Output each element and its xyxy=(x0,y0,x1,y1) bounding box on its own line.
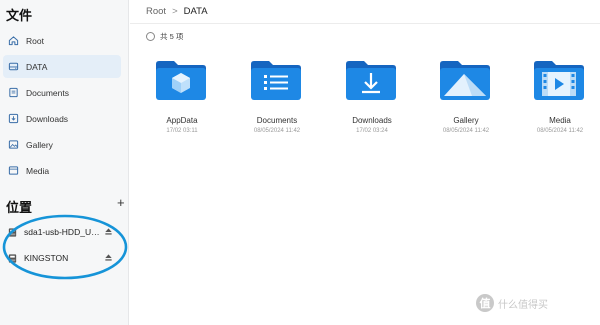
sidebar-item-root[interactable]: Root xyxy=(3,29,121,52)
folder-name: Documents xyxy=(256,116,298,125)
sidebar-item-media[interactable]: Media xyxy=(3,159,121,182)
folder-appdata[interactable]: AppData 17/02 03:11 xyxy=(146,58,218,138)
document-icon xyxy=(7,87,19,99)
folder-name: AppData xyxy=(166,116,198,125)
drive-label: sda1-usb-HDD_USB... xyxy=(24,227,104,237)
sidebar-item-data[interactable]: DATA xyxy=(3,55,121,78)
sidebar-item-documents[interactable]: Documents xyxy=(3,81,121,104)
sidebar-item-label: DATA xyxy=(26,61,48,72)
film-folder-icon xyxy=(534,61,584,100)
item-count-label: 共 5 项 xyxy=(160,32,184,41)
breadcrumb: Root > DATA xyxy=(146,6,208,17)
breadcrumb-root[interactable]: Root xyxy=(146,6,166,17)
watermark: 值 什么值得买 xyxy=(476,294,548,312)
select-all-radio[interactable] xyxy=(146,32,155,41)
watermark-text: 什么值得买 xyxy=(498,299,548,311)
sidebar-item-gallery[interactable]: Gallery xyxy=(3,133,121,156)
sidebar-item-label: Gallery xyxy=(26,139,53,150)
eject-icon[interactable] xyxy=(104,227,113,236)
files-section-title: 文件 xyxy=(6,8,33,23)
folder-date: 08/05/2024 11:42 xyxy=(536,128,584,134)
watermark-logo-icon: 值 xyxy=(476,294,494,312)
folder-media[interactable]: Media 08/05/2024 11:42 xyxy=(524,58,596,138)
home-icon xyxy=(7,35,19,47)
folder-name: Gallery xyxy=(453,116,479,125)
sidebar-item-label: Root xyxy=(26,35,44,46)
cube-folder-icon xyxy=(156,61,206,100)
folder-name: Media xyxy=(549,116,571,125)
header-divider xyxy=(130,23,600,24)
sidebar-item-label: Documents xyxy=(26,87,69,98)
folder-date: 08/05/2024 11:42 xyxy=(442,128,490,134)
usb-drive-icon xyxy=(7,227,18,238)
drive-label: KINGSTON xyxy=(24,253,69,263)
download-folder-icon xyxy=(346,61,396,100)
folder-gallery[interactable]: Gallery 08/05/2024 11:42 xyxy=(430,58,502,138)
eject-icon[interactable] xyxy=(104,253,113,262)
document-folder-icon xyxy=(251,61,301,100)
locations-section-title: 位置 xyxy=(6,200,33,215)
folder-date: 08/05/2024 11:42 xyxy=(253,128,301,134)
download-icon xyxy=(7,113,19,125)
image-icon xyxy=(7,139,19,151)
sidebar-item-label: Media xyxy=(26,165,50,176)
mountain-folder-icon xyxy=(440,61,490,100)
select-all[interactable]: 共 5 项 xyxy=(146,31,183,42)
usb-drive-icon xyxy=(7,253,18,264)
film-icon xyxy=(7,165,19,177)
folder-downloads[interactable]: Downloads 17/02 03:24 xyxy=(336,58,408,138)
breadcrumb-current: DATA xyxy=(183,6,208,17)
drive-icon xyxy=(7,61,19,73)
sidebar-item-label: Downloads xyxy=(26,113,69,124)
folder-date: 17/02 03:11 xyxy=(166,128,198,134)
sidebar: 文件 Root DATA Documents Downloads Gallery xyxy=(0,0,129,325)
breadcrumb-separator: > xyxy=(172,6,178,17)
folder-documents[interactable]: Documents 08/05/2024 11:42 xyxy=(241,58,313,138)
drive-item-kingston[interactable]: KINGSTON xyxy=(3,248,121,268)
drive-item-sda1[interactable]: sda1-usb-HDD_USB... xyxy=(3,222,121,242)
add-location-button[interactable]: + xyxy=(117,196,125,209)
folder-date: 17/02 03:24 xyxy=(356,128,388,134)
sidebar-item-downloads[interactable]: Downloads xyxy=(3,107,121,130)
folder-name: Downloads xyxy=(352,116,392,125)
